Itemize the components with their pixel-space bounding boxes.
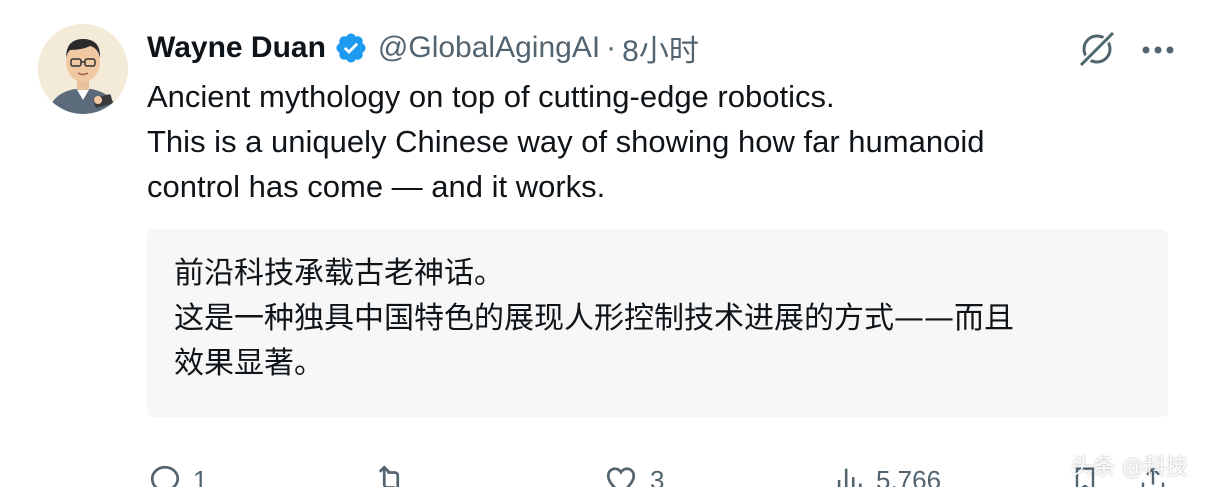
- reply-count: 1: [193, 464, 208, 487]
- reply-button[interactable]: 1: [147, 462, 207, 487]
- tweet-text-line: Ancient mythology on top of cutting-edge…: [147, 79, 835, 114]
- views-button[interactable]: 5,766: [832, 462, 941, 487]
- more-icon[interactable]: [1140, 43, 1176, 61]
- verified-badge-icon: [334, 31, 368, 65]
- translation-line: 这是一种独具中国特色的展现人形控制技术进展的方式——而且: [174, 301, 1014, 336]
- views-icon: [837, 468, 862, 487]
- display-name[interactable]: Wayne Duan: [147, 31, 326, 65]
- tweet-text-line: control has come — and it works.: [147, 169, 606, 204]
- separator-dot: ·: [606, 31, 617, 64]
- grok-icon[interactable]: [1076, 28, 1118, 75]
- tweet-text: Ancient mythology on top of cutting-edge…: [147, 74, 1177, 209]
- reply-icon: [150, 465, 180, 487]
- repost-button[interactable]: [372, 462, 420, 487]
- watermark: 头条 @科技: [1071, 455, 1188, 480]
- translation-box: 前沿科技承载古老神话。 这是一种独具中国特色的展现人形控制技术进展的方式——而且…: [147, 229, 1168, 417]
- avatar-illustration: [38, 24, 128, 114]
- views-count: 5,766: [876, 464, 942, 487]
- tweet-text-line: This is a uniquely Chinese way of showin…: [147, 124, 985, 159]
- like-icon: [606, 467, 636, 487]
- tweet-top-actions: [1076, 28, 1176, 75]
- avatar[interactable]: [38, 24, 128, 114]
- tweet-header: Wayne Duan @GlobalAgingAI · 8小时: [147, 26, 699, 70]
- tweet: Wayne Duan @GlobalAgingAI · 8小时 Ancient …: [0, 0, 1206, 487]
- like-count: 3: [650, 464, 665, 487]
- user-handle[interactable]: @GlobalAgingAI: [378, 31, 600, 65]
- translation-text: 前沿科技承载古老神话。 这是一种独具中国特色的展现人形控制技术进展的方式——而且…: [174, 251, 1014, 386]
- like-button[interactable]: 3: [602, 462, 664, 487]
- repost-icon: [378, 465, 400, 487]
- translation-line: 前沿科技承载古老神话。: [174, 256, 504, 291]
- tweet-action-bar: 1 3 5,766: [147, 462, 1187, 487]
- tweet-timestamp[interactable]: 8小时: [622, 26, 699, 70]
- translation-line: 效果显著。: [174, 346, 324, 381]
